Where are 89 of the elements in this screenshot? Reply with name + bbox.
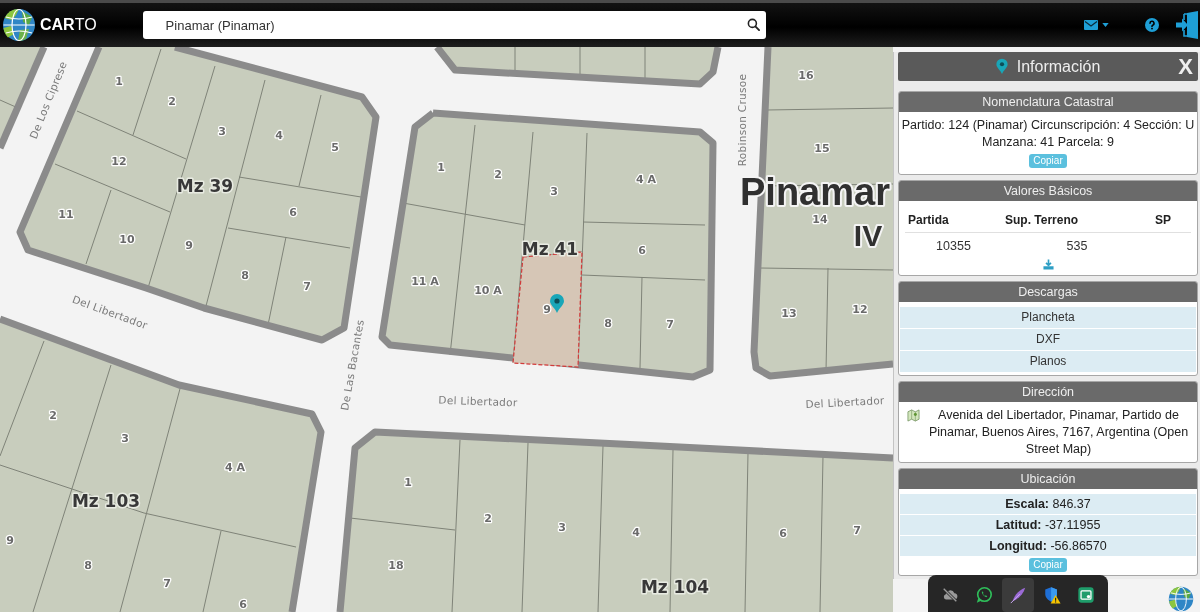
lot-number: 4 A: [225, 460, 245, 474]
lot-number: 2: [494, 167, 502, 181]
place-name: Pinamar: [740, 171, 890, 213]
map-icon: [907, 409, 920, 422]
mail-menu-button[interactable]: [1084, 20, 1109, 30]
lot-number: 9: [543, 302, 551, 316]
feather-icon: [1009, 586, 1027, 604]
envelope-icon: [1084, 20, 1098, 30]
card-icon: [1077, 586, 1095, 604]
download-icon[interactable]: [1042, 259, 1054, 270]
lot-number: 6: [638, 243, 646, 257]
lot-number: 9: [185, 238, 193, 252]
lot-number: 12: [111, 154, 127, 168]
logo-text: CARTO: [40, 16, 97, 34]
section-header: Dirección: [899, 382, 1197, 402]
lot-number: 2: [168, 94, 176, 108]
column-header: SP: [1152, 207, 1191, 233]
globe-logo-icon: [2, 8, 36, 42]
download-link[interactable]: Planos: [900, 351, 1196, 373]
street-name: Robinson Crusoe: [736, 73, 748, 167]
lot-number: 10: [119, 232, 135, 246]
section-header: Ubicación: [899, 469, 1197, 489]
info-row: Longitud: -56.86570: [900, 536, 1196, 557]
close-button[interactable]: X: [1178, 55, 1193, 78]
section-header: Valores Básicos: [899, 181, 1197, 201]
block-label: Mz 104: [640, 577, 710, 597]
lot-number: 14: [812, 212, 828, 226]
lot-number: 7: [853, 523, 861, 537]
lot-number: 8: [604, 316, 612, 330]
shield-warning-icon: [1043, 586, 1061, 604]
lot-number: 11 A: [411, 274, 439, 288]
lot-number: 11: [58, 207, 74, 221]
lot-number: 1: [115, 74, 123, 88]
cloud-off-icon: [941, 586, 959, 604]
block-label: Mz 103: [71, 491, 141, 511]
lot-number: 3: [558, 520, 566, 534]
street-name: De Las Bacantes: [338, 318, 366, 412]
location-pin-icon[interactable]: [550, 294, 564, 313]
column-header: Partida: [905, 207, 1002, 233]
street-name: Del Libertador: [805, 393, 885, 411]
lot-number: 13: [781, 306, 797, 320]
lot-number: 7: [163, 576, 171, 590]
block-label: Mz 39: [176, 176, 234, 196]
place-name: IV: [853, 219, 883, 252]
lot-number: 7: [303, 279, 311, 293]
location-pin-icon: [995, 58, 1008, 75]
logout-icon[interactable]: [1175, 11, 1199, 39]
lot-number: 1: [437, 160, 445, 174]
search-field[interactable]: Pinamar (Pinamar): [142, 11, 766, 39]
lot-number: 6: [289, 205, 297, 219]
lot-number: 4: [632, 525, 640, 539]
lot-number: 2: [49, 408, 57, 422]
lot-number: 4 A: [636, 172, 656, 186]
section-header: Descargas: [899, 282, 1197, 302]
lot-number: 16: [798, 68, 814, 82]
street-name: Del Libertador: [438, 393, 518, 409]
table-cell-text: 10355: [935, 238, 972, 255]
lot-number: 3: [550, 184, 558, 198]
search-icon[interactable]: [746, 18, 760, 31]
panel-title: Información: [1016, 57, 1101, 76]
lot-number: 8: [241, 268, 249, 282]
block-label: Mz 41: [521, 239, 579, 259]
help-icon[interactable]: [1145, 18, 1159, 32]
lot-number: 6: [239, 597, 247, 611]
lot-number: 12: [852, 302, 868, 316]
download-link[interactable]: Plancheta: [900, 307, 1196, 329]
lot-number: 5: [331, 140, 339, 154]
caret-icon: [1102, 23, 1109, 27]
info-row: Escala: 846.37: [900, 494, 1196, 515]
cadastral-text: Partido: 124 (Pinamar) Circunscripción: 4 Sección: U Manzana: 41 Parcela: 9: [900, 117, 1196, 151]
lot-number: 1: [404, 475, 412, 489]
lot-number: 6: [779, 526, 787, 540]
lot-number: 4: [275, 128, 283, 142]
download-link[interactable]: DXF: [900, 329, 1196, 351]
lot-number: 15: [814, 141, 830, 155]
lot-number: 10 A: [474, 283, 502, 297]
chat-icon: [975, 586, 993, 604]
lot-number: 7: [666, 317, 674, 331]
lot-number: 8: [84, 558, 92, 572]
column-header: Sup. Terreno: [1002, 207, 1152, 233]
lot-number: 9: [6, 533, 14, 547]
lot-number: 3: [121, 431, 129, 445]
info-row: Latitud: -37.11955: [900, 515, 1196, 536]
lot-number: 3: [218, 124, 226, 138]
address-text: Avenida del Libertador, Pinamar, Partido de Pinamar, Buenos Aires, 7167, Argentina (Open Street Map): [927, 407, 1190, 458]
lot-number: 2: [484, 511, 492, 525]
table-cell-text: 535: [1065, 238, 1089, 255]
lot-number: 18: [388, 558, 404, 572]
section-header: Nomenclatura Catastral: [899, 92, 1197, 112]
